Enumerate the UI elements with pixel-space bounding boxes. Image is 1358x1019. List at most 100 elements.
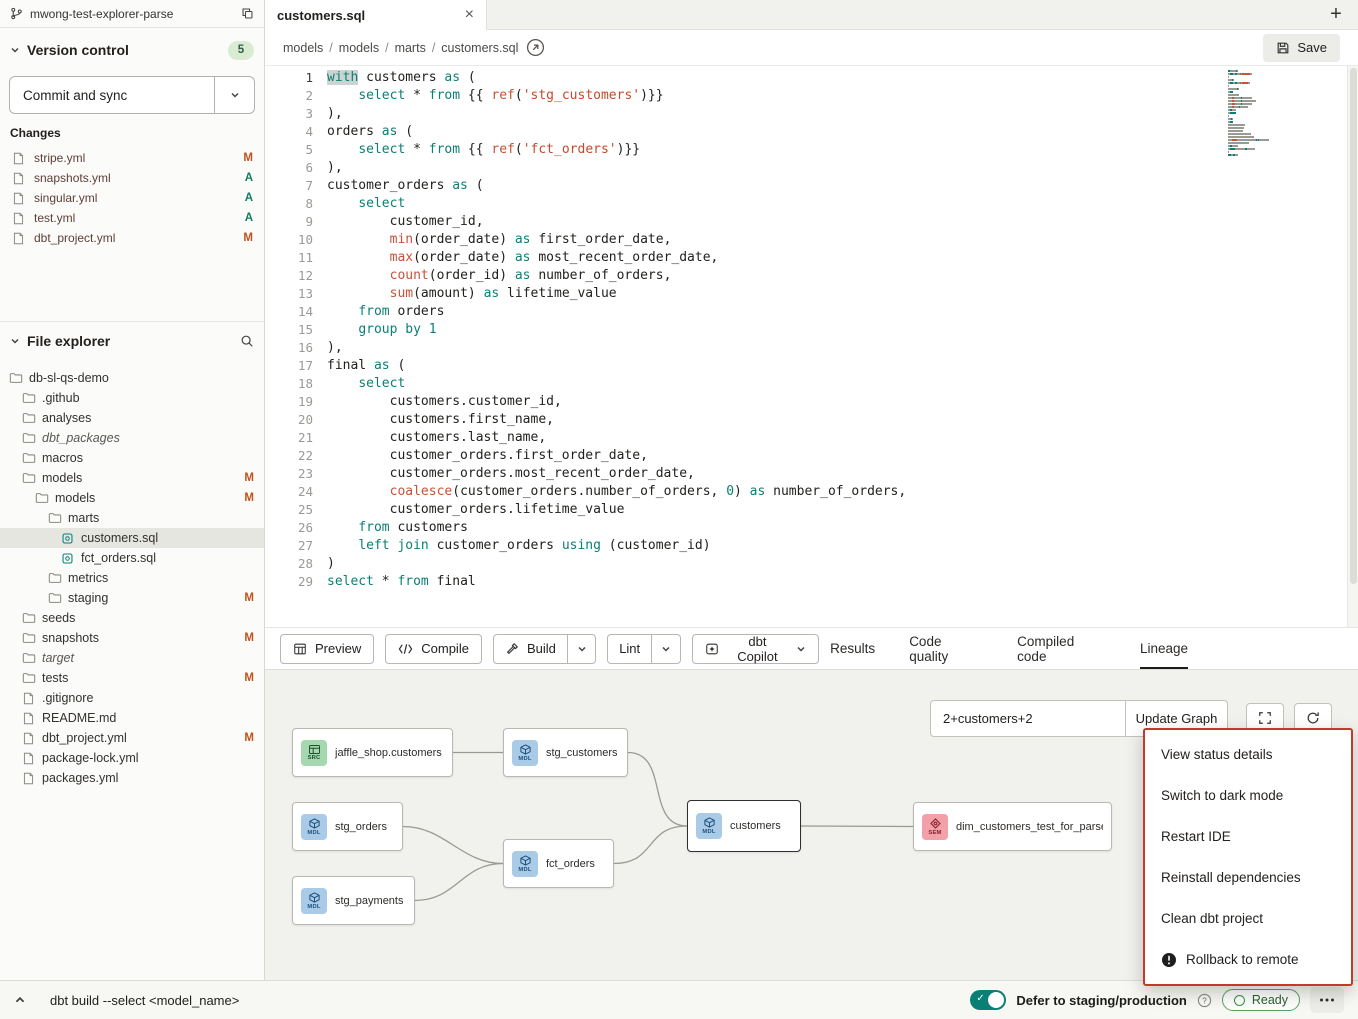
lint-button[interactable]: Lint — [608, 635, 651, 663]
preview-button[interactable]: Preview — [280, 634, 374, 664]
search-icon[interactable] — [240, 334, 254, 348]
changes-list: stripe.ymlMsnapshots.ymlAsingular.ymlAte… — [0, 148, 264, 248]
save-button[interactable]: Save — [1263, 34, 1340, 62]
tree-item-package-lock-yml[interactable]: package-lock.yml — [0, 748, 264, 768]
tree-item-name: tests — [42, 671, 68, 685]
build-button[interactable]: Build — [494, 635, 567, 663]
editor-scrollbar[interactable] — [1347, 66, 1358, 627]
change-file-name: snapshots.yml — [34, 171, 237, 185]
tree-item-models[interactable]: modelsM — [0, 468, 264, 488]
tree-item-customers-sql[interactable]: customers.sql — [0, 528, 264, 548]
change-row[interactable]: stripe.ymlM — [0, 148, 264, 168]
help-icon[interactable]: ? — [1197, 993, 1212, 1008]
menu-item-reinstall-dependencies[interactable]: Reinstall dependencies — [1145, 857, 1351, 898]
breadcrumb-segment[interactable]: models — [283, 41, 323, 55]
folder-icon — [8, 371, 23, 385]
tab-compiled-code[interactable]: Compiled code — [1017, 628, 1106, 669]
change-row[interactable]: dbt_project.ymlM — [0, 228, 264, 248]
sidebar: mwong-test-explorer-parse Version contro… — [0, 0, 265, 980]
tab-results[interactable]: Results — [830, 628, 875, 669]
tree-item--gitignore[interactable]: .gitignore — [0, 688, 264, 708]
version-control-header[interactable]: Version control 5 — [0, 32, 264, 68]
breadcrumb-segment[interactable]: customers.sql — [441, 41, 518, 55]
code-content[interactable]: with customers as ( select * from {{ ref… — [327, 66, 1358, 627]
tree-item--github[interactable]: .github — [0, 388, 264, 408]
tree-item-fct-orders-sql[interactable]: fct_orders.sql — [0, 548, 264, 568]
tree-item-tests[interactable]: tests M — [0, 668, 264, 688]
new-tab-button[interactable]: + — [1314, 0, 1358, 29]
tree-item-metrics[interactable]: metrics — [0, 568, 264, 588]
open-in-explorer-icon[interactable] — [526, 38, 545, 57]
alert-circle-icon — [1161, 952, 1177, 968]
breadcrumb: models/models/marts/customers.sql — [283, 41, 518, 55]
tree-item-macros[interactable]: macros — [0, 448, 264, 468]
node-label: stg_customers — [546, 747, 618, 759]
tree-item-db-sl-qs-demo[interactable]: db-sl-qs-demo — [0, 368, 264, 388]
code-editor[interactable]: 1234567891011121314151617181920212223242… — [265, 66, 1358, 628]
file-icon — [21, 772, 36, 785]
tree-item-packages-yml[interactable]: packages.yml — [0, 768, 264, 788]
menu-item-view-status-details[interactable]: View status details — [1145, 734, 1351, 775]
dbt-copilot-button[interactable]: dbt Copilot — [692, 634, 819, 664]
lineage-node-customers[interactable]: MDLcustomers — [687, 800, 801, 852]
tree-item-staging[interactable]: stagingM — [0, 588, 264, 608]
tab-code-quality[interactable]: Code quality — [909, 628, 983, 669]
git-status-badge: M — [244, 632, 254, 644]
file-explorer-header[interactable]: File explorer — [0, 324, 264, 358]
build-options-dropdown[interactable] — [567, 635, 595, 663]
close-tab-icon[interactable]: × — [465, 7, 474, 23]
tree-item-target[interactable]: target — [0, 648, 264, 668]
tab-lineage[interactable]: Lineage — [1140, 628, 1188, 669]
tree-item-seeds[interactable]: seeds — [0, 608, 264, 628]
result-panel-tabs: Results Code quality Compiled code Lineage — [830, 628, 1188, 669]
change-row[interactable]: test.ymlA — [0, 208, 264, 228]
folder-icon — [47, 591, 62, 605]
save-label: Save — [1297, 40, 1327, 55]
tree-item-analyses[interactable]: analyses — [0, 408, 264, 428]
menu-item-restart-ide[interactable]: Restart IDE — [1145, 816, 1351, 857]
breadcrumb-segment[interactable]: models — [339, 41, 379, 55]
node-label: stg_orders — [335, 821, 387, 833]
tree-item-snapshots[interactable]: snapshotsM — [0, 628, 264, 648]
chevron-down-icon — [796, 644, 806, 654]
commit-and-sync-label[interactable]: Commit and sync — [10, 77, 214, 113]
tree-item-marts[interactable]: marts — [0, 508, 264, 528]
defer-toggle[interactable]: ✓ — [970, 990, 1006, 1010]
tree-item-readme-md[interactable]: README.md — [0, 708, 264, 728]
commit-and-sync-button: Commit and sync — [9, 76, 255, 114]
chevron-up-icon[interactable] — [14, 994, 26, 1006]
lineage-node-dim[interactable]: SEMdim_customers_test_for_parse — [913, 802, 1112, 851]
lineage-node-jaffle[interactable]: SRCjaffle_shop.customers — [292, 728, 453, 777]
menu-item-rollback-to-remote[interactable]: Rollback to remote — [1145, 939, 1351, 980]
lineage-node-stg_payments[interactable]: MDLstg_payments — [292, 876, 415, 925]
lineage-selector-input[interactable] — [930, 700, 1126, 737]
commit-options-dropdown[interactable] — [214, 77, 254, 113]
lineage-node-fct_orders[interactable]: MDLfct_orders — [503, 839, 614, 888]
copy-icon[interactable] — [241, 7, 254, 20]
folder-icon — [21, 391, 36, 405]
change-row[interactable]: snapshots.ymlA — [0, 168, 264, 188]
menu-item-switch-to-dark-mode[interactable]: Switch to dark mode — [1145, 775, 1351, 816]
lineage-node-stg_orders[interactable]: MDLstg_orders — [292, 802, 403, 851]
file-icon — [11, 232, 26, 245]
git-status-badge: M — [244, 672, 254, 684]
change-row[interactable]: singular.ymlA — [0, 188, 264, 208]
branch-row: mwong-test-explorer-parse — [0, 0, 264, 28]
menu-item-clean-dbt-project[interactable]: Clean dbt project — [1145, 898, 1351, 939]
lint-options-dropdown[interactable] — [651, 635, 680, 663]
svg-text:?: ? — [1202, 996, 1207, 1005]
ready-dot-icon — [1234, 995, 1245, 1006]
tree-item-dbt-packages[interactable]: dbt_packages — [0, 428, 264, 448]
command-hint[interactable]: dbt build --select <model_name> — [50, 993, 239, 1008]
tab-customers-sql[interactable]: customers.sql × — [265, 0, 487, 30]
tree-item-name: seeds — [42, 611, 75, 625]
code-line: with customers as ( — [327, 69, 1358, 87]
folder-icon — [21, 671, 36, 685]
tree-item-models[interactable]: modelsM — [0, 488, 264, 508]
breadcrumb-segment[interactable]: marts — [395, 41, 426, 55]
lineage-node-stg_customers[interactable]: MDLstg_customers — [503, 728, 628, 777]
compile-button[interactable]: Compile — [385, 634, 482, 664]
more-options-button[interactable] — [1310, 987, 1344, 1013]
minimap[interactable] — [1228, 70, 1288, 157]
tree-item-dbt-project-yml[interactable]: dbt_project.ymlM — [0, 728, 264, 748]
